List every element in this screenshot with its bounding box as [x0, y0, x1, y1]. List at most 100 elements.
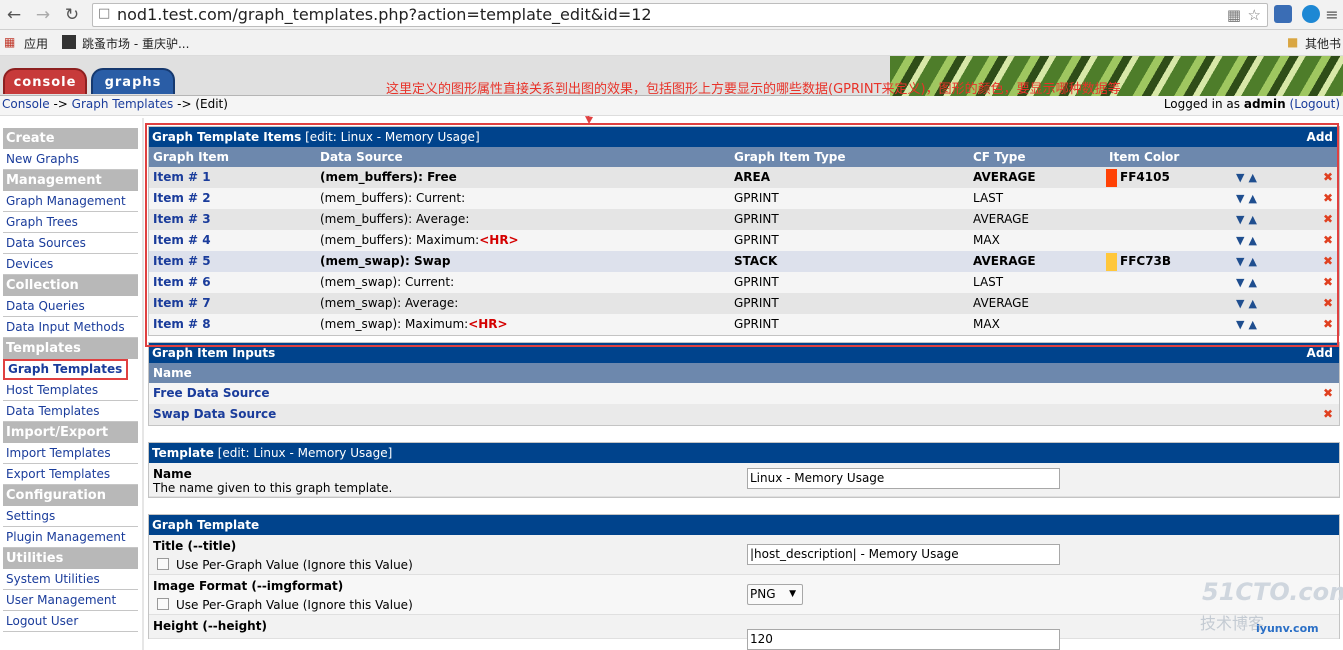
item-type: GPRINT [734, 212, 779, 226]
item-type: STACK [734, 254, 778, 268]
logout-link[interactable]: (Logout) [1290, 97, 1340, 111]
delete-icon[interactable]: ✖ [1323, 209, 1333, 230]
bookmark-other[interactable]: 其他书 [1305, 35, 1341, 52]
sidebar-item-data-sources[interactable]: Data Sources [3, 233, 138, 254]
sidebar-item-graph-trees[interactable]: Graph Trees [3, 212, 138, 233]
forward-icon[interactable]: → [33, 5, 53, 25]
item-type: GPRINT [734, 233, 779, 247]
imgformat-select[interactable]: PNG ▼ [747, 584, 803, 605]
bookmark-apps[interactable]: 应用 [24, 35, 48, 52]
col-name: Name [153, 366, 192, 380]
move-arrows-icon[interactable]: ▼▲ [1236, 230, 1261, 251]
template-name-input[interactable]: Linux - Memory Usage [747, 468, 1060, 489]
data-source-label: (mem_buffers): Current: [320, 191, 466, 205]
data-source-text: (mem_buffers): Free [320, 167, 457, 188]
sidebar-item-new-graphs[interactable]: New Graphs [3, 149, 138, 170]
sidebar-item-plugin-management[interactable]: Plugin Management [3, 527, 138, 548]
bookmark-item[interactable]: 跳蚤市场 - 重庆驴... [82, 35, 189, 52]
input-name-link[interactable]: Swap Data Source [153, 404, 276, 425]
sidebar-item-data-templates[interactable]: Data Templates [3, 401, 138, 422]
per-graph-checkbox[interactable] [157, 598, 169, 610]
delete-icon[interactable]: ✖ [1323, 293, 1333, 314]
move-arrows-icon[interactable]: ▼▲ [1236, 188, 1261, 209]
per-graph-label: Use Per-Graph Value (Ignore this Value) [176, 598, 413, 612]
sidebar-item-import-templates[interactable]: Import Templates [3, 443, 138, 464]
address-bar[interactable]: □ nod1.test.com/graph_templates.php?acti… [92, 3, 1268, 27]
input-name-link[interactable]: Free Data Source [153, 383, 269, 404]
breadcrumb: Console -> Graph Templates -> (Edit) [2, 97, 228, 111]
delete-icon[interactable]: ✖ [1323, 314, 1333, 335]
move-arrows-icon[interactable]: ▼▲ [1236, 251, 1261, 272]
sidebar-item-data-queries[interactable]: Data Queries [3, 296, 138, 317]
login-status: Logged in as admin (Logout) [1164, 97, 1340, 111]
move-arrows-icon[interactable]: ▼▲ [1236, 272, 1261, 293]
delete-icon[interactable]: ✖ [1323, 404, 1333, 425]
delete-icon[interactable]: ✖ [1323, 167, 1333, 188]
delete-icon[interactable]: ✖ [1323, 230, 1333, 251]
sidebar-item-user-management[interactable]: User Management [3, 590, 138, 611]
reload-icon[interactable]: ↻ [62, 5, 82, 25]
item-type: GPRINT [734, 296, 779, 310]
menu-icon[interactable]: ≡ [1322, 5, 1342, 25]
cf-type: LAST [973, 275, 1004, 289]
bookmark-star-icon[interactable]: ☆ [1248, 6, 1261, 24]
item-link[interactable]: Item # 4 [153, 230, 211, 251]
tab-console[interactable]: console [3, 68, 87, 94]
panel-header: Graph Template [149, 515, 1339, 535]
breadcrumb-console[interactable]: Console [2, 97, 50, 111]
item-link[interactable]: Item # 6 [153, 272, 211, 293]
sidebar-header-import-export: Import/Export [3, 422, 138, 443]
extension-icon[interactable] [1302, 5, 1320, 23]
item-link[interactable]: Item # 3 [153, 209, 211, 230]
sidebar-item-system-utilities[interactable]: System Utilities [3, 569, 138, 590]
delete-icon[interactable]: ✖ [1323, 272, 1333, 293]
main-content: Graph Template Items [edit: Linux - Memo… [148, 126, 1340, 650]
move-arrows-icon[interactable]: ▼▲ [1236, 209, 1261, 230]
move-arrows-icon[interactable]: ▼▲ [1236, 167, 1261, 188]
move-arrows-icon[interactable]: ▼▲ [1236, 293, 1261, 314]
back-icon[interactable]: ← [4, 5, 24, 25]
breadcrumb-graph-templates[interactable]: Graph Templates [72, 97, 174, 111]
sidebar-item-settings[interactable]: Settings [3, 506, 138, 527]
delete-icon[interactable]: ✖ [1323, 188, 1333, 209]
add-item-link[interactable]: Add [1307, 127, 1333, 147]
cf-type: AVERAGE [973, 296, 1029, 310]
delete-icon[interactable]: ✖ [1323, 383, 1333, 404]
table-row: Item # 8 (mem_swap): Maximum:<HR> GPRINT MA… [149, 314, 1339, 335]
height-input[interactable]: 120 [747, 629, 1060, 650]
translate-icon[interactable]: ▦ [1227, 6, 1241, 24]
sidebar-header-collection: Collection Methods [3, 275, 138, 314]
login-prefix: Logged in as [1163, 97, 1244, 111]
move-arrows-icon[interactable]: ▼▲ [1236, 314, 1261, 335]
panel-title: Graph Template Items [152, 130, 302, 144]
delete-icon[interactable]: ✖ [1323, 251, 1333, 272]
sidebar-item-graph-management[interactable]: Graph Management [3, 191, 138, 212]
add-input-link[interactable]: Add [1307, 343, 1333, 363]
sidebar-item-host-templates[interactable]: Host Templates [3, 380, 138, 401]
breadcrumb-row: Console -> Graph Templates -> (Edit) Log… [0, 96, 1343, 116]
tab-graphs[interactable]: graphs [91, 68, 175, 94]
item-link[interactable]: Item # 8 [153, 314, 211, 335]
per-graph-checkbox[interactable] [157, 558, 169, 570]
data-source-label: (mem_swap): Maximum: [320, 317, 469, 331]
breadcrumb-current: -> (Edit) [173, 97, 228, 111]
panel-title: Graph Template [152, 518, 260, 532]
cf-type: AVERAGE [973, 254, 1036, 268]
item-link[interactable]: Item # 2 [153, 188, 211, 209]
sidebar-item-export-templates[interactable]: Export Templates [3, 464, 138, 485]
folder-icon: ■ [1287, 35, 1299, 49]
extension-icon[interactable] [1274, 5, 1292, 23]
sidebar-item-devices[interactable]: Devices [3, 254, 138, 275]
sidebar-item-data-input-methods[interactable]: Data Input Methods [3, 317, 138, 338]
sidebar-item-logout-user[interactable]: Logout User [3, 611, 138, 632]
color-swatch [1106, 253, 1117, 271]
item-link[interactable]: Item # 1 [153, 167, 211, 188]
sidebar-header-configuration: Configuration [3, 485, 138, 506]
item-link[interactable]: Item # 5 [153, 251, 211, 272]
sidebar-item-graph-templates[interactable]: Graph Templates [3, 359, 128, 380]
graph-title-input[interactable]: |host_description| - Memory Usage [747, 544, 1060, 565]
data-source-label: (mem_swap): Average: [320, 296, 459, 310]
panel-header: Graph Template Items [edit: Linux - Memo… [149, 127, 1339, 147]
sidebar-header-templates: Templates [3, 338, 138, 359]
item-link[interactable]: Item # 7 [153, 293, 211, 314]
